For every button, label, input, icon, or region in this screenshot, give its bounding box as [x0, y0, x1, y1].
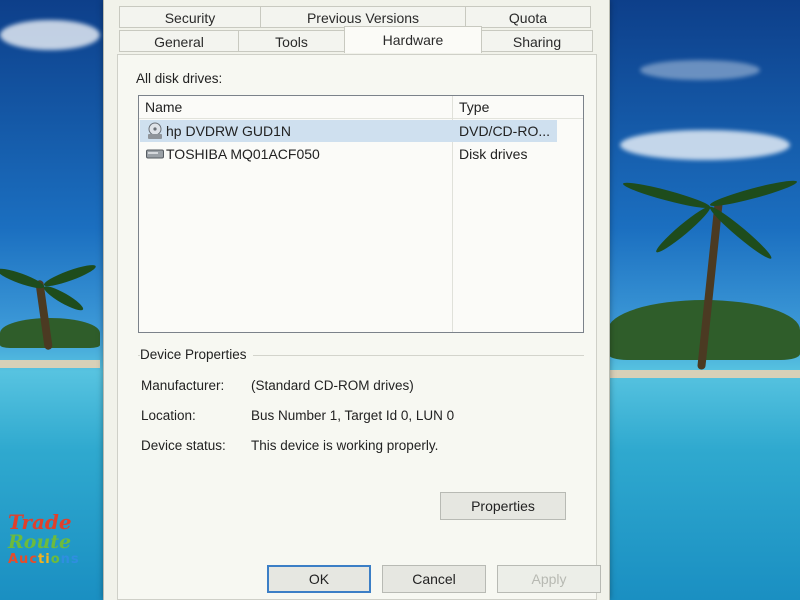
column-header-name[interactable]: Name — [145, 96, 182, 118]
device-status-label: Device status: — [141, 438, 226, 453]
apply-button[interactable]: Apply — [497, 565, 601, 593]
tab-quota[interactable]: Quota — [465, 6, 591, 28]
location-label: Location: — [141, 408, 196, 423]
tab-general[interactable]: General — [119, 30, 239, 52]
all-disk-drives-label: All disk drives: — [136, 71, 223, 86]
watermark-logo: Trade Route Auctions — [8, 512, 88, 567]
watermark-line-2: Route — [8, 531, 72, 553]
drive-name: TOSHIBA MQ01ACF050 — [166, 146, 320, 162]
column-header-type[interactable]: Type — [459, 96, 489, 118]
list-header: Name Type — [139, 96, 583, 119]
properties-button[interactable]: Properties — [440, 492, 566, 520]
watermark-line-3: Auctions — [8, 552, 80, 567]
tab-security[interactable]: Security — [119, 6, 261, 28]
drive-properties-dialog: Security Previous Versions Quota General… — [103, 0, 610, 600]
drive-type: DVD/CD-RO... — [459, 123, 550, 139]
location-value: Bus Number 1, Target Id 0, LUN 0 — [251, 408, 455, 423]
device-properties-group-title: Device Properties — [140, 347, 253, 362]
cancel-button[interactable]: Cancel — [382, 565, 486, 593]
ok-button[interactable]: OK — [267, 565, 371, 593]
tab-hardware[interactable]: Hardware — [344, 26, 482, 53]
hardware-tab-panel: All disk drives: Name Type hp DVDRW GUD1… — [117, 54, 597, 600]
drive-type: Disk drives — [459, 146, 528, 162]
tab-sharing[interactable]: Sharing — [481, 30, 593, 52]
disk-drives-list[interactable]: Name Type hp DVDRW GUD1N DVD/CD-RO... TO — [138, 95, 584, 333]
tab-tools[interactable]: Tools — [238, 30, 345, 52]
tab-previous-versions[interactable]: Previous Versions — [260, 6, 466, 28]
drive-name: hp DVDRW GUD1N — [166, 123, 291, 139]
device-status-value: This device is working properly. — [251, 438, 439, 453]
manufacturer-label: Manufacturer: — [141, 378, 225, 393]
manufacturer-value: (Standard CD-ROM drives) — [251, 378, 414, 393]
dvd-drive-icon — [148, 122, 162, 139]
watermark-line-1: Trade — [8, 510, 72, 534]
list-item-dvd-drive[interactable]: hp DVDRW GUD1N DVD/CD-RO... — [140, 120, 557, 142]
hard-disk-icon — [146, 149, 164, 159]
list-item-hard-disk[interactable]: TOSHIBA MQ01ACF050 Disk drives — [140, 143, 557, 165]
